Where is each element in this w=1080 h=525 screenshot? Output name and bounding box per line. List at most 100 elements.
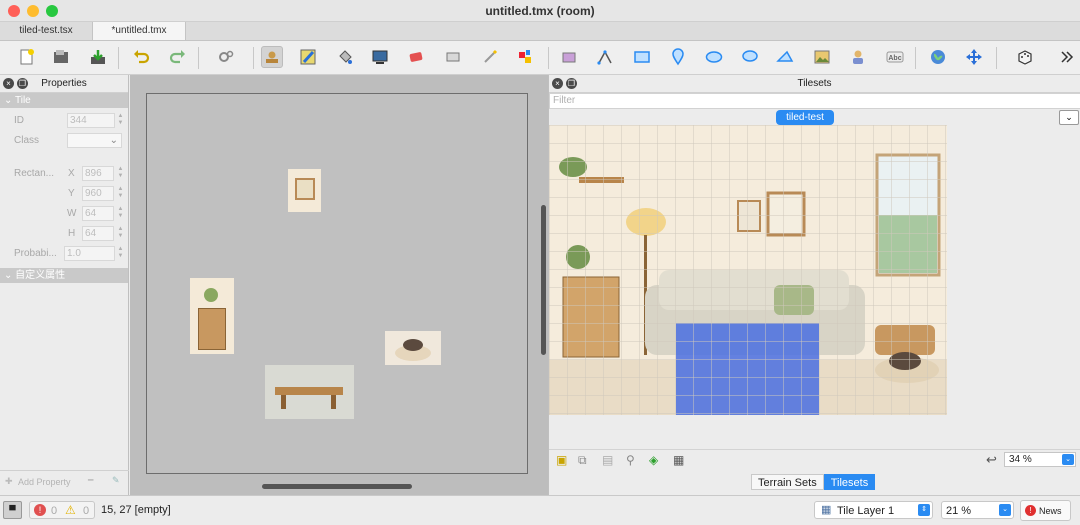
redo-icon[interactable] xyxy=(167,46,189,68)
ellipse-alt-icon[interactable] xyxy=(739,46,761,68)
id-value: 344 xyxy=(67,113,115,128)
tileset-toolbar: ▣ ⧉ ▤ ⚲ ◈ ▦ ↩ 34 % ⌄ xyxy=(549,449,1080,469)
tile-object-cat[interactable] xyxy=(385,331,441,365)
polygon-icon[interactable] xyxy=(774,46,796,68)
shape-fill-icon[interactable] xyxy=(369,46,391,68)
property-rect-h: H 64 ▲ ▼ xyxy=(0,225,129,243)
ellipse-icon[interactable] xyxy=(703,46,725,68)
w-spinner-icon: ▲ ▼ xyxy=(117,206,124,219)
property-probability: Probabi... 1.0 ▲ ▼ xyxy=(0,245,129,263)
command-icon[interactable] xyxy=(215,46,237,68)
float-panel-icon[interactable]: ❐ xyxy=(566,78,577,89)
tab-tilesets[interactable]: Tilesets xyxy=(823,474,876,490)
close-panel-icon[interactable]: × xyxy=(3,78,14,89)
console-toggle-icon[interactable]: ▀ xyxy=(3,501,22,519)
tileset-menu-button[interactable]: ⌄ xyxy=(1059,110,1079,125)
eraser-icon[interactable] xyxy=(405,46,427,68)
close-panel-icon[interactable]: × xyxy=(552,78,563,89)
filter-input[interactable]: Filter xyxy=(549,93,1080,109)
layer-selector[interactable]: ▦ Tile Layer 1 ⇕ xyxy=(814,501,933,519)
tileset-zoom-value: 34 % xyxy=(1009,454,1032,465)
tab-terrain-sets[interactable]: Terrain Sets xyxy=(751,474,824,490)
tileset-image[interactable] xyxy=(549,125,947,415)
world-tool-icon[interactable] xyxy=(927,46,949,68)
delete-tileset-icon[interactable]: ▦ xyxy=(673,453,684,467)
rect-label: Rectan... xyxy=(14,168,55,179)
error-count: 0 xyxy=(51,505,58,517)
error-icon: ! xyxy=(34,504,46,516)
svg-text:Abc: Abc xyxy=(888,55,901,62)
rename-property-icon[interactable]: ✎ xyxy=(112,475,120,486)
save-icon[interactable] xyxy=(87,46,109,68)
tab-map[interactable]: *untitled.tmx xyxy=(93,22,186,40)
map-horizontal-scrollbar[interactable] xyxy=(262,484,412,489)
x-spinner-icon: ▲ ▼ xyxy=(117,166,124,179)
tile-object-shelf[interactable] xyxy=(190,278,234,354)
stamp-icon[interactable] xyxy=(261,46,283,68)
cursor-coordinates: 15, 27 [empty] xyxy=(101,504,171,516)
text-icon[interactable]: Abc xyxy=(884,46,906,68)
rearrange-icon[interactable]: ◈ xyxy=(649,453,658,467)
edit-polygons-icon[interactable] xyxy=(594,46,616,68)
chevron-down-icon: ⌄ xyxy=(1065,112,1073,122)
rect-select-icon[interactable] xyxy=(442,46,464,68)
panel-tabs: Terrain Sets Tilesets xyxy=(751,474,876,490)
class-dropdown[interactable]: ⌄ xyxy=(67,133,122,148)
section-custom[interactable]: ⌄ 自定义属性 xyxy=(0,268,128,283)
undo-icon[interactable] xyxy=(130,46,152,68)
tileset-view[interactable] xyxy=(549,125,1080,447)
tile-properties: ID 344 ▲ ▼ Class ⌄ Rectan... X 896 ▲ ▼ Y 9… xyxy=(0,108,128,268)
map-view[interactable] xyxy=(130,75,548,495)
select-same-icon[interactable] xyxy=(514,46,536,68)
property-rect-x: Rectan... X 896 ▲ ▼ xyxy=(0,165,129,183)
map-vertical-scrollbar[interactable] xyxy=(541,205,546,355)
table-leg-icon xyxy=(331,395,336,409)
new-tileset-icon[interactable]: ▣ xyxy=(556,453,567,467)
zoom-window-button[interactable] xyxy=(46,5,58,17)
property-class: Class ⌄ xyxy=(0,132,129,150)
properties-header: × ❐ Properties xyxy=(0,75,128,93)
tileset-tab[interactable]: tiled-test xyxy=(776,110,834,125)
add-property-button[interactable]: Add Property xyxy=(18,477,71,487)
tileset-zoom[interactable]: 34 % ⌄ xyxy=(1004,452,1076,467)
section-tile[interactable]: ⌄ Tile xyxy=(0,93,128,108)
insert-tile-icon[interactable] xyxy=(558,46,580,68)
prob-value[interactable]: 1.0 xyxy=(64,246,115,261)
magic-wand-icon[interactable] xyxy=(479,46,501,68)
rectangle-icon[interactable] xyxy=(631,46,653,68)
template-icon[interactable] xyxy=(847,46,869,68)
news-button[interactable]: ! News xyxy=(1020,500,1071,521)
x-value: 896 xyxy=(82,166,114,181)
prob-spinner-icon[interactable]: ▲ ▼ xyxy=(116,246,125,261)
status-bar: ▀ ! 0 ⚠ 0 15, 27 [empty] ▦ Tile Layer 1 … xyxy=(0,495,1080,525)
issues-button[interactable]: ! 0 ⚠ 0 xyxy=(29,501,95,519)
minimize-window-button[interactable] xyxy=(27,5,39,17)
close-window-button[interactable] xyxy=(8,5,20,17)
float-panel-icon[interactable]: ❐ xyxy=(17,78,28,89)
tile-object-picture[interactable] xyxy=(288,169,321,212)
move-icon[interactable] xyxy=(963,46,985,68)
remove-property-icon[interactable]: ━ xyxy=(88,475,93,486)
bucket-fill-icon[interactable] xyxy=(334,46,356,68)
tab-tileset[interactable]: tiled-test.tsx xyxy=(0,22,93,40)
export-tileset-icon[interactable]: ▤ xyxy=(602,453,613,467)
more-icon[interactable] xyxy=(1056,46,1078,68)
tilesets-title: Tilesets xyxy=(797,78,832,89)
alert-icon: ! xyxy=(1025,505,1036,516)
tile-object-table[interactable] xyxy=(265,365,354,419)
map-canvas[interactable] xyxy=(146,93,528,474)
random-mode-icon[interactable] xyxy=(1014,46,1036,68)
image-object-icon[interactable] xyxy=(811,46,833,68)
tilesets-header: × ❐ Tilesets xyxy=(549,75,1080,93)
open-icon[interactable] xyxy=(50,46,72,68)
return-icon[interactable]: ↩ xyxy=(986,452,997,468)
h-label: H xyxy=(68,228,76,239)
layer-name: Tile Layer 1 xyxy=(837,505,895,517)
map-zoom[interactable]: 21 % ⌄ xyxy=(941,501,1014,519)
terrain-brush-icon[interactable] xyxy=(297,46,319,68)
point-icon[interactable] xyxy=(667,46,689,68)
new-icon[interactable] xyxy=(16,46,38,68)
chevron-down-icon: ⌄ xyxy=(999,504,1011,516)
tileset-properties-icon[interactable]: ⚲ xyxy=(626,453,635,467)
embed-tileset-icon[interactable]: ⧉ xyxy=(578,453,587,468)
